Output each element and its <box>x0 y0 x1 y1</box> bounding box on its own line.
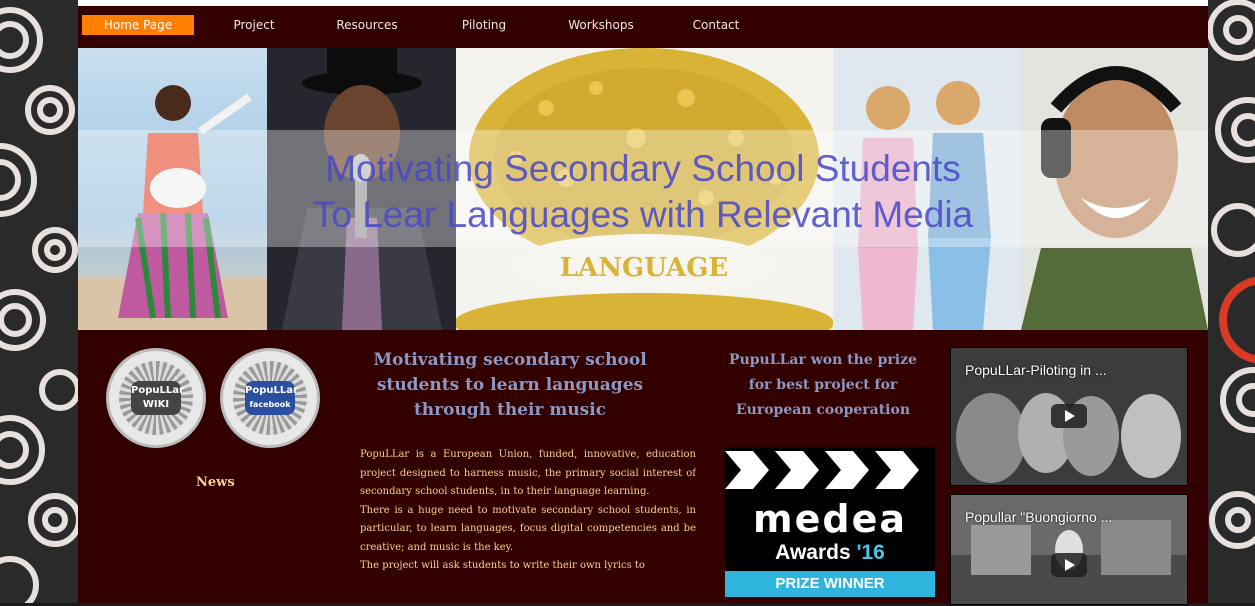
banner-title-line2: To Lear Languages with Relevant Media <box>312 194 974 235</box>
medea-awards-label: Awards <box>775 541 851 564</box>
wiki-badge[interactable]: PopuLLar WIKI <box>106 348 206 448</box>
video-title: PopuLLar-Piloting in ... <box>965 362 1107 378</box>
banner-pasta-word: LANGUAGE <box>560 253 729 283</box>
banner-title-line1: Motivating Secondary School Students <box>325 148 961 189</box>
video-title: Popullar "Buongiorno ... <box>965 509 1113 525</box>
nav-project[interactable]: Project <box>224 15 284 35</box>
main-heading: Motivating secondary school students to … <box>373 350 647 420</box>
content-area: PopuLLar WIKI PopuLLar facebook News Mot… <box>78 330 1208 606</box>
nav-piloting[interactable]: Piloting <box>454 15 514 35</box>
medea-awards-logo[interactable]: medea Awards '16 PRIZE WINNER <box>725 447 935 597</box>
right-background-pattern <box>1208 0 1255 603</box>
play-icon[interactable] <box>1051 404 1087 428</box>
intro-paragraph-2: There is a huge need to motivate seconda… <box>360 504 696 553</box>
medea-brand: medea <box>753 497 907 541</box>
nav-home-page[interactable]: Home Page <box>82 15 194 35</box>
facebook-badge-line1: PopuLLar <box>245 385 298 396</box>
wiki-badge-core: PopuLLar WIKI <box>131 381 184 415</box>
facebook-badge-line2: facebook <box>249 400 291 409</box>
chevron-arrows-icon <box>725 451 919 489</box>
prize-heading: PupuLLar won the prize for best project … <box>729 352 917 418</box>
video-thumbnail-piloting[interactable]: PopuLLar-Piloting in ... <box>950 347 1188 486</box>
prize-winner-banner: PRIZE WINNER <box>725 571 935 597</box>
news-heading: News <box>196 475 235 490</box>
left-background-pattern <box>0 0 78 603</box>
wiki-badge-line2: WIKI <box>142 399 170 410</box>
medea-awards-year: '16 <box>856 541 885 564</box>
intro-text: PopuLLar is a European Union, funded, in… <box>360 446 696 606</box>
hero-banner: LANGUAGE Motivating Secondary School Stu… <box>78 48 1208 330</box>
video-thumbnail-buongiorno[interactable]: Popullar "Buongiorno ... <box>950 494 1188 605</box>
intro-paragraph-3: The project will ask students to write t… <box>360 560 645 571</box>
intro-paragraph-1: PopuLLar is a European Union, funded, in… <box>360 449 696 497</box>
nav-workshops[interactable]: Workshops <box>566 15 636 35</box>
main-navigation: Home Page Project Resources Piloting Wor… <box>78 10 1208 38</box>
page-container: Home Page Project Resources Piloting Wor… <box>78 0 1208 606</box>
nav-resources[interactable]: Resources <box>332 15 402 35</box>
medea-awards-text: Awards '16 <box>725 541 935 565</box>
facebook-badge[interactable]: PopuLLar facebook <box>220 348 320 448</box>
wiki-badge-line1: PopuLLar <box>131 385 184 396</box>
top-strip <box>78 0 1208 6</box>
play-icon[interactable] <box>1051 553 1087 577</box>
nav-contact[interactable]: Contact <box>688 15 744 35</box>
facebook-badge-core: PopuLLar facebook <box>245 381 298 415</box>
